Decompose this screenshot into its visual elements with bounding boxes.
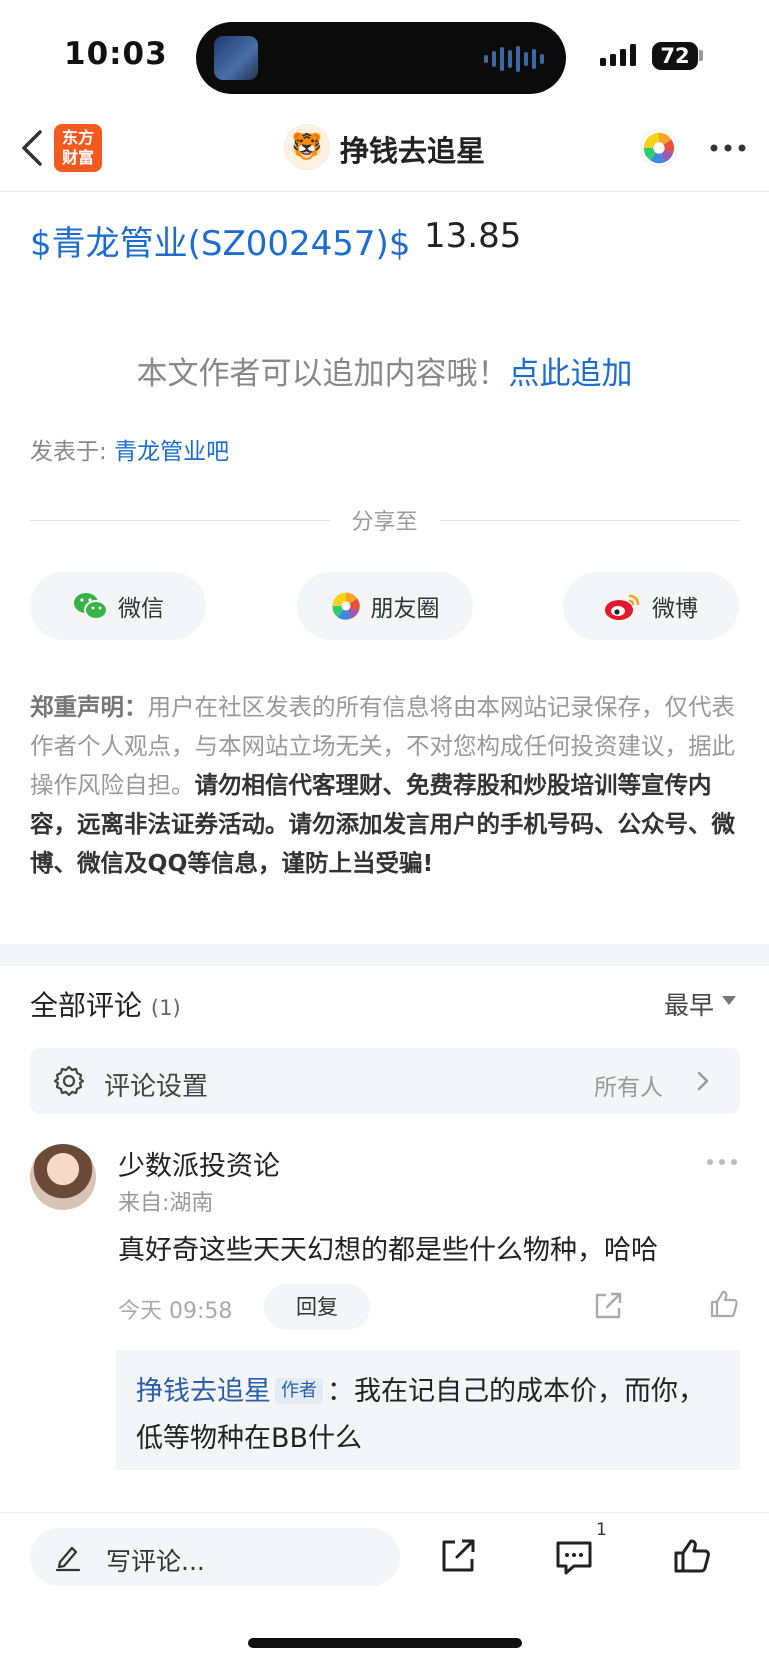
sort-dropdown[interactable]: 最早 <box>664 986 714 1022</box>
author-tag-badge: 作者 <box>275 1378 323 1404</box>
gear-icon <box>53 1065 85 1097</box>
reply-button[interactable]: 回复 <box>264 1284 370 1330</box>
comment-count-badge: 1 <box>596 1520 607 1540</box>
share-weibo-label: 微博 <box>652 596 698 622</box>
share-weibo-button[interactable]: 微博 <box>563 572 739 640</box>
comment-settings-label: 评论设置 <box>104 1072 209 1102</box>
more-options-icon[interactable] <box>710 144 746 152</box>
share-wechat-button[interactable]: 微信 <box>30 572 206 640</box>
comment-more-icon[interactable] <box>706 1158 738 1166</box>
back-arrow-icon[interactable] <box>18 128 48 168</box>
comment-time: 今天 09:58 <box>118 1299 233 1324</box>
author-name-title[interactable]: 挣钱去追星 <box>340 128 485 170</box>
append-content-row: 本文作者可以追加内容哦！点此追加 <box>0 348 769 393</box>
share-wechat-label: 微信 <box>118 596 164 622</box>
comments-count: (1) <box>150 996 181 1020</box>
audio-waveform-icon <box>484 46 544 72</box>
reply-separator: ： <box>327 1376 354 1407</box>
moments-icon <box>331 592 360 620</box>
author-reply-box[interactable]: 挣钱去追星 作者 ：我在记自己的成本价，而你，低等物种在BB什么 <box>116 1350 740 1470</box>
comment-settings-value: 所有人 <box>594 1075 663 1101</box>
pencil-icon <box>55 1546 81 1572</box>
author-reply: 挣钱去追星 作者 ：我在记自己的成本价，而你，低等物种在BB什么 <box>136 1368 726 1462</box>
battery-icon: 72 <box>652 42 698 70</box>
bottom-bar-divider <box>0 1512 769 1513</box>
write-comment-placeholder: 写评论... <box>106 1547 205 1576</box>
wechat-icon <box>74 593 108 620</box>
append-hint-text: 本文作者可以追加内容哦！ <box>136 356 509 392</box>
comments-header: 全部评论 (1) <box>30 984 181 1024</box>
battery-cap <box>699 50 703 61</box>
share-moments-button[interactable]: 朋友圈 <box>297 572 473 640</box>
append-content-link[interactable]: 点此追加 <box>509 356 633 392</box>
forum-link[interactable]: 青龙管业吧 <box>114 439 229 465</box>
comment-settings-row[interactable]: 评论设置 所有人 <box>30 1048 740 1114</box>
cellular-signal-icon <box>600 44 636 66</box>
comments-title: 全部评论 <box>30 989 143 1022</box>
section-separator <box>0 944 769 966</box>
app-logo[interactable]: 东方 财富 <box>54 124 102 172</box>
now-playing-thumbnail <box>214 36 258 80</box>
posted-label: 发表于: <box>30 439 115 465</box>
posted-in-row: 发表于: 青龙管业吧 <box>30 432 229 466</box>
share-icon[interactable] <box>438 1536 478 1576</box>
author-avatar[interactable]: 🐯 <box>284 124 330 170</box>
moments-share-icon[interactable] <box>640 129 678 167</box>
sort-caret-icon[interactable] <box>722 996 736 1005</box>
reply-author-name[interactable]: 挣钱去追星 <box>136 1376 271 1407</box>
share-moments-label: 朋友圈 <box>370 596 440 622</box>
comment-share-icon[interactable] <box>592 1290 624 1322</box>
like-icon[interactable] <box>672 1536 712 1576</box>
stock-link[interactable]: $青龙管业(SZ002457)$ <box>30 216 410 265</box>
home-indicator[interactable] <box>248 1638 522 1648</box>
nav-divider <box>0 191 769 192</box>
status-time: 10:03 <box>64 36 168 72</box>
chevron-right-icon <box>697 1071 709 1091</box>
disclaimer-heading: 郑重声明： <box>30 693 148 721</box>
comment-text: 真好奇这些天天幻想的都是些什么物种，哈哈 <box>118 1235 658 1266</box>
share-divider-right <box>440 520 740 521</box>
commenter-name[interactable]: 少数派投资论 <box>118 1144 280 1183</box>
stock-price: 13.85 <box>424 216 522 256</box>
commenter-avatar[interactable] <box>30 1144 96 1210</box>
disclaimer: 郑重声明：用户在社区发表的所有信息将由本网站记录保存，仅代表作者个人观点，与本网… <box>30 688 742 883</box>
write-comment-input[interactable]: 写评论... <box>30 1528 400 1586</box>
comment-icon[interactable] <box>554 1538 594 1576</box>
dynamic-island[interactable] <box>196 22 566 94</box>
comment-like-icon[interactable] <box>708 1288 740 1320</box>
commenter-location: 来自:湖南 <box>118 1191 214 1216</box>
weibo-icon <box>605 594 640 620</box>
